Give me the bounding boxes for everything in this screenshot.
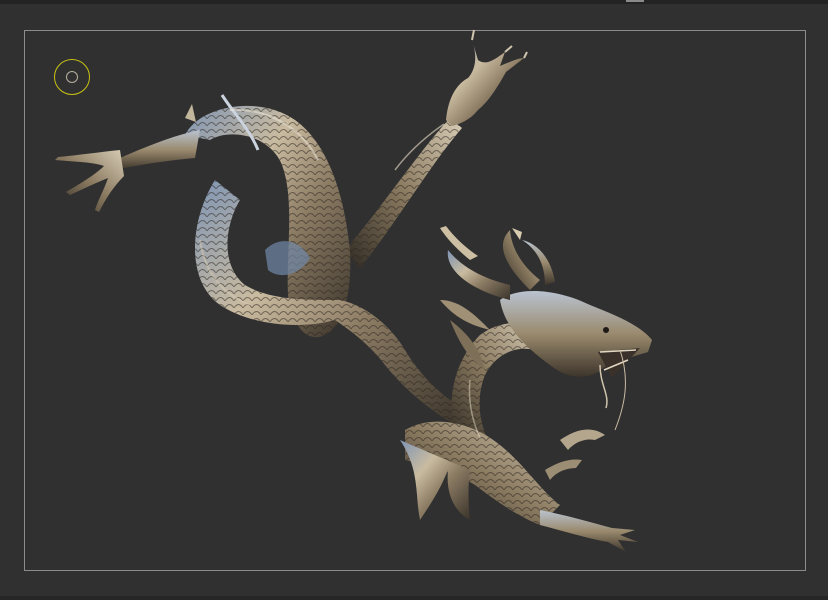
dragon-raised-arm [345,29,528,268]
dragon-head [500,290,652,431]
3d-viewport[interactable] [0,0,828,600]
dragon-model[interactable] [0,0,828,600]
dragon-left-arm [55,104,200,212]
viewport-bottom-border [0,596,828,600]
dragon-rear-body [400,421,638,552]
